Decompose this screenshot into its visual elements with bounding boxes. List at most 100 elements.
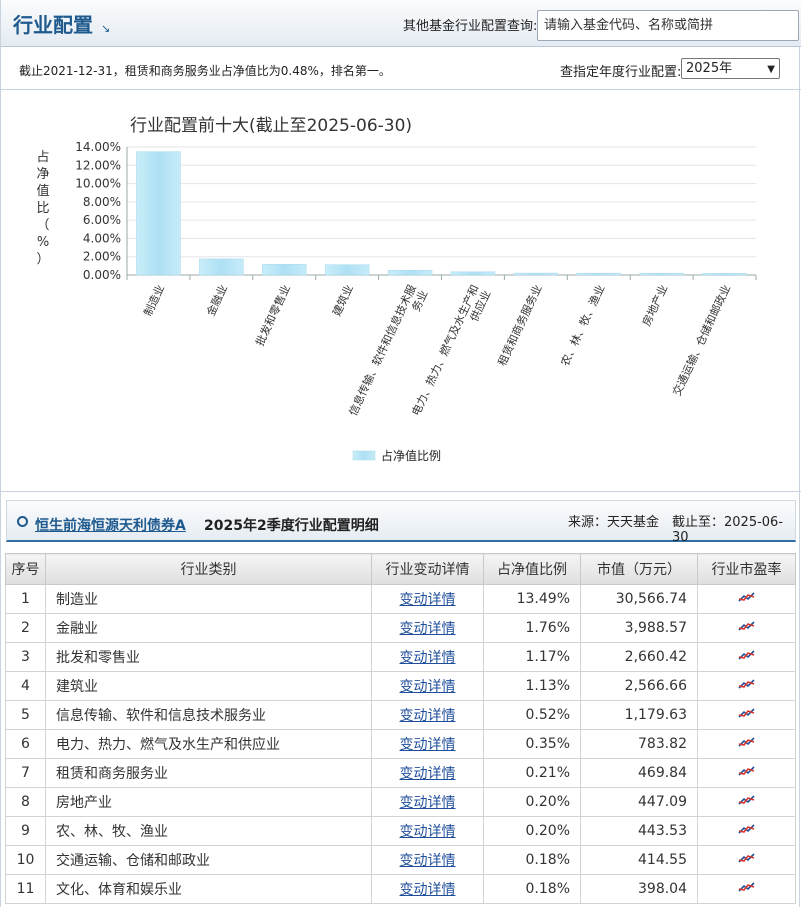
- line-chart-icon[interactable]: [737, 736, 756, 752]
- row-change-link-cell: 变动详情: [371, 787, 484, 817]
- y-tick-label: 4.00%: [83, 231, 121, 245]
- y-tick-label: 2.00%: [83, 250, 121, 264]
- line-chart-icon[interactable]: [737, 649, 756, 665]
- row-pe-cell: [697, 642, 796, 672]
- row-industry: 文化、体育和娱乐业: [45, 874, 372, 904]
- row-pe-cell: [697, 671, 796, 701]
- row-market-value: 2,660.42: [580, 642, 698, 672]
- row-pct: 1.76%: [483, 613, 581, 643]
- row-pct: 0.20%: [483, 816, 581, 846]
- table-row: 9 农、林、牧、渔业 变动详情 0.20% 443.53: [5, 816, 796, 846]
- line-chart-icon[interactable]: [737, 823, 756, 839]
- bar: [576, 272, 621, 276]
- legend-swatch: [352, 450, 376, 461]
- bar: [262, 264, 307, 276]
- info-row: 截止2021-12-31，租赁和商务服务业占净值比为0.48%，排名第一。 查指…: [1, 48, 801, 90]
- info-summary: 截止2021-12-31，租赁和商务服务业占净值比为0.48%，排名第一。: [19, 64, 391, 78]
- row-change-link-cell: 变动详情: [371, 584, 484, 614]
- bar: [199, 258, 244, 276]
- row-index: 3: [5, 642, 46, 672]
- as-of-date: 截止至：2025-06-30: [672, 515, 784, 545]
- change-detail-link[interactable]: 变动详情: [400, 824, 456, 840]
- change-detail-link[interactable]: 变动详情: [400, 795, 456, 811]
- bar: [702, 273, 747, 276]
- row-change-link-cell: 变动详情: [371, 845, 484, 875]
- change-detail-link[interactable]: 变动详情: [400, 766, 456, 782]
- page-frame: 行业配置 ↘ 其他基金行业配置查询: 截止2021-12-31，租赁和商务服务业…: [0, 0, 801, 907]
- row-market-value: 783.82: [580, 729, 698, 759]
- line-chart-icon[interactable]: [737, 707, 756, 723]
- y-tick-label: 0.00%: [83, 268, 121, 282]
- x-tick-label: 金融业: [203, 282, 230, 318]
- row-market-value: 2,566.66: [580, 671, 698, 701]
- line-chart-icon[interactable]: [737, 765, 756, 781]
- header-industry: 行业类别: [45, 553, 372, 585]
- fund-search-input[interactable]: [537, 10, 799, 41]
- y-axis-label: 占净值比（%）: [36, 150, 49, 267]
- table-row: 6 电力、热力、燃气及水生产和供应业 变动详情 0.35% 783.82: [5, 729, 796, 759]
- header-pct: 占净值比例: [483, 553, 581, 585]
- row-pct: 0.18%: [483, 845, 581, 875]
- line-chart-icon[interactable]: [737, 852, 756, 868]
- change-detail-link[interactable]: 变动详情: [400, 737, 456, 753]
- row-change-link-cell: 变动详情: [371, 700, 484, 730]
- row-market-value: 414.55: [580, 845, 698, 875]
- page-title: 行业配置: [13, 13, 93, 37]
- table-header-row: 序号 行业类别 行业变动详情 占净值比例 市值（万元） 行业市盈率: [5, 553, 796, 585]
- bullet-icon: [17, 516, 28, 527]
- change-detail-link[interactable]: 变动详情: [400, 708, 456, 724]
- x-tick-label: 制造业: [141, 282, 168, 318]
- row-industry: 电力、热力、燃气及水生产和供应业: [45, 729, 372, 759]
- header-pe: 行业市盈率: [697, 553, 796, 585]
- line-chart-icon[interactable]: [737, 620, 756, 636]
- line-chart-icon[interactable]: [737, 881, 756, 897]
- line-chart-icon[interactable]: [737, 678, 756, 694]
- table-row: 8 房地产业 变动详情 0.20% 447.09: [5, 787, 796, 817]
- row-market-value: 469.84: [580, 758, 698, 788]
- query-label: 其他基金行业配置查询:: [403, 19, 538, 34]
- chart-title: 行业配置前十大(截止至2025-06-30): [130, 116, 412, 136]
- expand-arrow-icon[interactable]: ↘: [101, 22, 110, 35]
- row-change-link-cell: 变动详情: [371, 671, 484, 701]
- row-pct: 0.20%: [483, 787, 581, 817]
- row-change-link-cell: 变动详情: [371, 758, 484, 788]
- change-detail-link[interactable]: 变动详情: [400, 853, 456, 869]
- table-row: 11 文化、体育和娱乐业 变动详情 0.18% 398.04: [5, 874, 796, 904]
- data-source: 来源：天天基金: [568, 515, 660, 530]
- row-pct: 0.35%: [483, 729, 581, 759]
- year-select[interactable]: 2025年 ▼: [681, 58, 780, 79]
- change-detail-link[interactable]: 变动详情: [400, 679, 456, 695]
- row-market-value: 398.04: [580, 874, 698, 904]
- bar: [513, 272, 559, 276]
- change-detail-link[interactable]: 变动详情: [400, 882, 456, 898]
- y-tick-label: 12.00%: [75, 158, 121, 172]
- y-tick-label: 6.00%: [83, 213, 121, 227]
- change-detail-link[interactable]: 变动详情: [400, 592, 456, 608]
- x-tick-label: 建筑业: [329, 282, 356, 318]
- table-row: 4 建筑业 变动详情 1.13% 2,566.66: [5, 671, 796, 701]
- row-change-link-cell: 变动详情: [371, 874, 484, 904]
- row-index: 6: [5, 729, 46, 759]
- change-detail-link[interactable]: 变动详情: [400, 621, 456, 637]
- detail-title: 2025年2季度行业配置明细: [204, 518, 379, 534]
- row-industry: 制造业: [45, 584, 372, 614]
- line-chart-icon[interactable]: [737, 794, 756, 810]
- row-market-value: 443.53: [580, 816, 698, 846]
- header-market-value: 市值（万元）: [580, 553, 698, 585]
- row-index: 11: [5, 874, 46, 904]
- header-change-detail: 行业变动详情: [371, 553, 484, 585]
- y-tick-label: 14.00%: [75, 140, 121, 154]
- row-pe-cell: [697, 845, 796, 875]
- row-pct: 0.21%: [483, 758, 581, 788]
- row-market-value: 30,566.74: [580, 584, 698, 614]
- row-index: 8: [5, 787, 46, 817]
- row-industry: 信息传输、软件和信息技术服务业: [45, 700, 372, 730]
- table-row: 5 信息传输、软件和信息技术服务业 变动详情 0.52% 1,179.63: [5, 700, 796, 730]
- fund-name-link[interactable]: 恒生前海恒源天利债券A: [35, 515, 186, 535]
- row-pe-cell: [697, 729, 796, 759]
- bar: [639, 272, 684, 276]
- line-chart-icon[interactable]: [737, 591, 756, 607]
- table-row: 10 交通运输、仓储和邮政业 变动详情 0.18% 414.55: [5, 845, 796, 875]
- row-pe-cell: [697, 874, 796, 904]
- change-detail-link[interactable]: 变动详情: [400, 650, 456, 666]
